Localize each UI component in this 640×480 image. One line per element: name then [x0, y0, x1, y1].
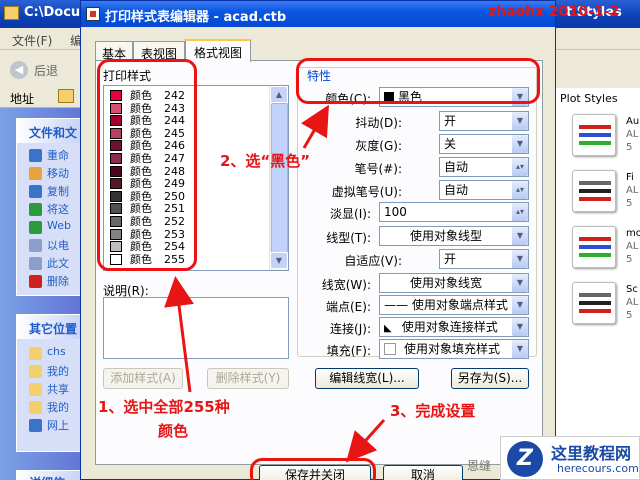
arrow-step1 [164, 276, 194, 393]
step3-annotation: 3、完成设置 [390, 402, 476, 420]
step1-annotation: 1、选中全部255种 [98, 398, 230, 416]
logo-url: herecours.com [557, 462, 639, 475]
logo-name: 这里教程网 [551, 444, 632, 463]
screen: C:\Docu t Styles 文件(F) 编 ◀ 后退 地址 文件和文 重命… [0, 0, 640, 480]
arrow-step2 [300, 104, 330, 149]
annotation-arrows [164, 104, 386, 463]
step1-annotation-line2: 颜色 [158, 422, 189, 440]
watermark: zhaohx 2010-1-2 [488, 4, 620, 20]
logo-z-icon: Z [507, 441, 543, 477]
site-logo: Z 这里教程网 herecours.com [500, 436, 640, 480]
step2-annotation: 2、选“黑色” [220, 152, 311, 170]
arrow-step3 [345, 418, 386, 463]
